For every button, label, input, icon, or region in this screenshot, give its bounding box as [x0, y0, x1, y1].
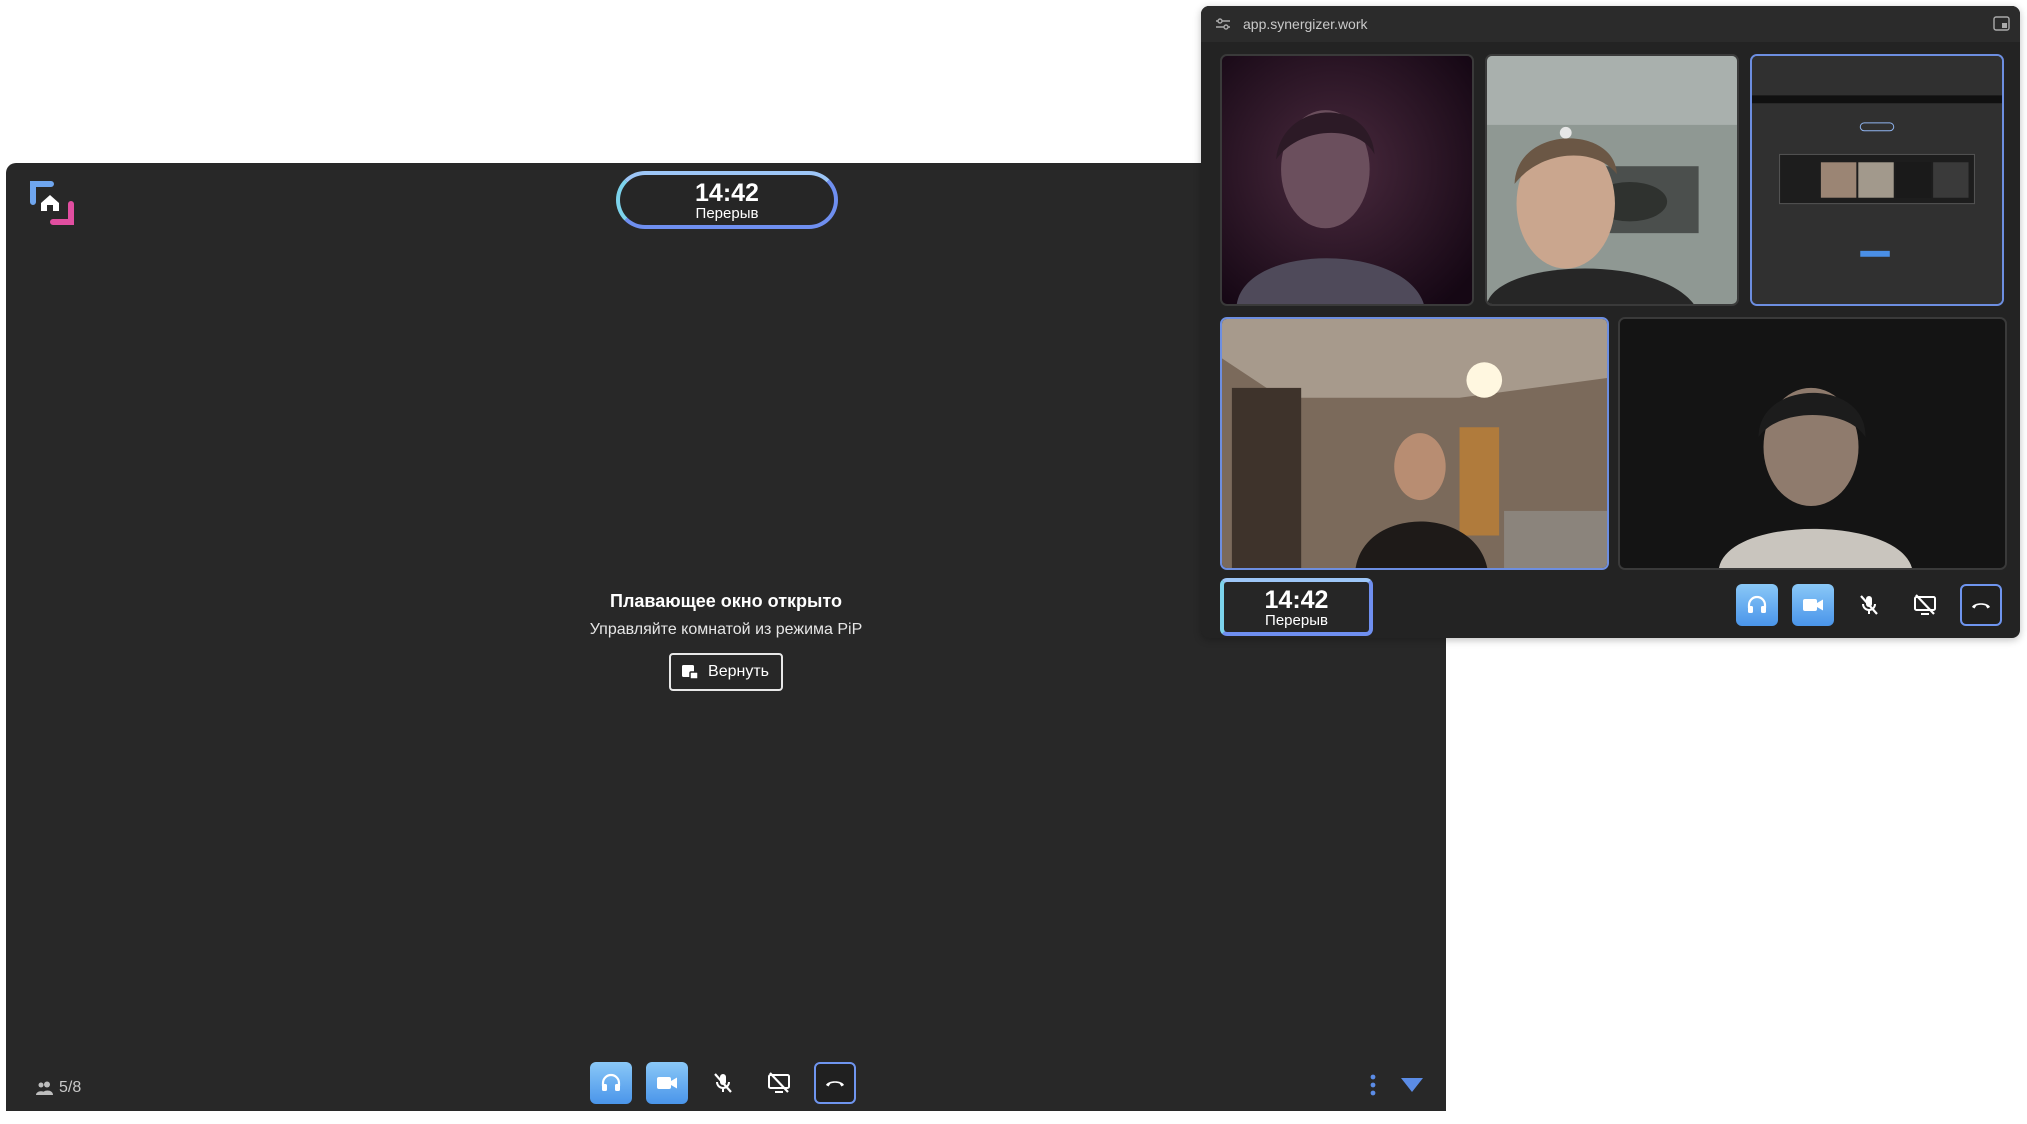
return-button[interactable]: Вернуть [669, 653, 783, 691]
headphones-icon [1747, 595, 1767, 613]
pip-timer-time: 14:42 [1264, 586, 1329, 614]
participant-video [1487, 56, 1737, 304]
video-tile-participant-2[interactable] [1485, 54, 1739, 306]
participants-counter: 5/8 [36, 1079, 81, 1097]
participant-video [1222, 56, 1472, 304]
camera-icon [657, 1077, 677, 1089]
headphones-icon [601, 1073, 621, 1091]
mic-muted-icon [714, 1073, 732, 1093]
call-controls [590, 1062, 856, 1104]
headphones-button[interactable] [590, 1062, 632, 1104]
participant-video [1222, 319, 1607, 568]
pip-screen-share-button[interactable] [1904, 584, 1946, 626]
more-vertical-icon [1370, 1074, 1376, 1096]
hang-up-icon [1972, 603, 1990, 609]
pip-camera-button[interactable] [1792, 584, 1834, 626]
pip-hang-up-button[interactable] [1960, 584, 2002, 626]
home-logo-icon[interactable] [29, 180, 75, 226]
video-tile-participant-4[interactable] [1618, 317, 2007, 570]
return-window-icon [682, 665, 699, 680]
video-tile-screen-share[interactable] [1750, 54, 2004, 306]
pip-call-controls [1736, 584, 2002, 626]
participant-video [1620, 319, 2005, 568]
timer-label: Перерыв [695, 205, 759, 222]
pip-break-timer: 14:42 Перерыв [1220, 578, 1373, 636]
pip-titlebar: app.synergizer.work [1201, 6, 2020, 42]
collapse-button[interactable] [1399, 1075, 1425, 1095]
participants-count: 5/8 [59, 1079, 82, 1096]
pip-window: app.synergizer.work 14:42 Перерыв [1201, 6, 2020, 638]
screen-share-off-icon [768, 1072, 790, 1093]
pip-url: app.synergizer.work [1243, 16, 1368, 32]
back-to-tab-icon[interactable] [1993, 16, 2010, 31]
return-button-label: Вернуть [708, 663, 769, 680]
mic-muted-icon [1860, 595, 1878, 615]
screen-share-button[interactable] [758, 1062, 800, 1104]
pip-headphones-button[interactable] [1736, 584, 1778, 626]
screen-share-off-icon [1914, 594, 1936, 615]
pip-timer-label: Перерыв [1265, 612, 1328, 629]
video-tile-participant-3[interactable] [1220, 317, 1609, 570]
hang-up-button[interactable] [814, 1062, 856, 1104]
chevron-down-icon [1401, 1078, 1423, 1092]
screen-share-preview [1752, 56, 2002, 304]
timer-time: 14:42 [695, 179, 759, 207]
video-tile-participant-1[interactable] [1220, 54, 1474, 306]
break-timer: 14:42 Перерыв [616, 171, 838, 229]
microphone-button[interactable] [702, 1062, 744, 1104]
site-settings-icon[interactable] [1215, 16, 1231, 32]
hang-up-icon [826, 1081, 844, 1087]
camera-icon [1803, 599, 1823, 611]
pip-microphone-button[interactable] [1848, 584, 1890, 626]
more-options-button[interactable] [1366, 1071, 1380, 1099]
people-icon [36, 1081, 53, 1095]
camera-button[interactable] [646, 1062, 688, 1104]
